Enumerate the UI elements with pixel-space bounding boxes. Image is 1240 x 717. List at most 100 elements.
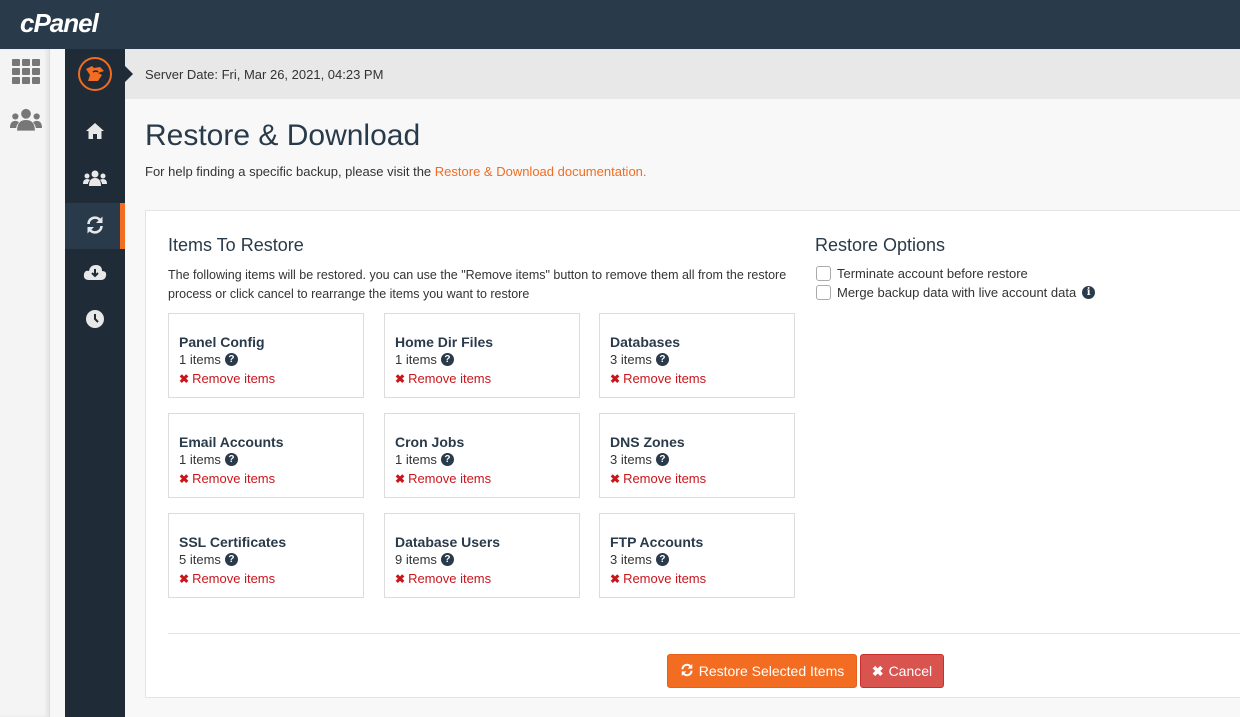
remove-label: Remove items [623, 371, 707, 386]
main-content: Restore & Download For help finding a sp… [125, 99, 1240, 717]
nav-restore[interactable] [65, 203, 125, 249]
card-title: SSL Certificates [179, 534, 287, 550]
card-title: Email Accounts [179, 434, 284, 450]
nav-users[interactable] [65, 156, 125, 202]
restore-item-card: DNS Zones 3 items? ✖ Remove items [599, 413, 795, 498]
card-title: Database Users [395, 534, 501, 550]
restore-item-card: Email Accounts 1 items? ✖ Remove items [168, 413, 364, 498]
documentation-link[interactable]: Restore & Download documentation. [435, 164, 647, 179]
close-icon: ✖ [610, 571, 621, 586]
close-icon: ✖ [871, 662, 884, 679]
merge-checkbox[interactable] [816, 285, 831, 300]
remove-items-link[interactable]: ✖ Remove items [610, 371, 706, 386]
card-title: DNS Zones [610, 434, 685, 450]
question-icon[interactable]: ? [440, 553, 454, 566]
plugin-logo-icon[interactable] [78, 57, 112, 91]
remove-items-link[interactable]: ✖ Remove items [179, 371, 275, 386]
help-text: For help finding a specific backup, plea… [145, 164, 647, 179]
plugin-sidebar [65, 49, 125, 717]
card-count: 1 items? [395, 352, 454, 367]
card-title: Home Dir Files [395, 334, 494, 350]
remove-items-link[interactable]: ✖ Remove items [610, 571, 706, 586]
nav-home[interactable] [65, 109, 125, 155]
terminate-checkbox[interactable] [816, 266, 831, 281]
options-section-title: Restore Options [815, 235, 946, 255]
nav-download[interactable] [65, 250, 125, 296]
card-count: 1 items? [395, 452, 454, 467]
question-icon[interactable]: ? [440, 453, 454, 466]
card-count: 9 items? [395, 552, 454, 567]
items-section-title: Items To Restore [168, 235, 304, 255]
grid-icon[interactable] [10, 56, 42, 88]
remove-label: Remove items [192, 571, 276, 586]
card-title: Databases [610, 334, 681, 350]
restore-item-card: FTP Accounts 3 items? ✖ Remove items [599, 513, 795, 598]
option-label: Merge backup data with live account data [837, 285, 1077, 300]
close-icon: ✖ [179, 371, 190, 386]
remove-label: Remove items [192, 471, 276, 486]
card-title: FTP Accounts [610, 534, 704, 550]
left-rail [0, 49, 50, 717]
date-arrow-icon [125, 66, 133, 82]
restore-item-card: Databases 3 items? ✖ Remove items [599, 313, 795, 398]
question-icon[interactable]: ? [655, 553, 669, 566]
restore-item-card: Cron Jobs 1 items? ✖ Remove items [384, 413, 580, 498]
item-count: 1 items [179, 352, 221, 367]
option-merge: Merge backup data with live account data… [816, 285, 1096, 300]
close-icon: ✖ [395, 571, 406, 586]
question-icon[interactable]: ? [440, 353, 454, 366]
item-count: 3 items [610, 452, 652, 467]
home-icon [85, 122, 105, 143]
close-icon: ✖ [395, 371, 406, 386]
server-date: Server Date: Fri, Mar 26, 2021, 04:23 PM [145, 67, 384, 82]
option-label: Terminate account before restore [837, 266, 1028, 281]
item-count: 1 items [395, 352, 437, 367]
card-count: 3 items? [610, 452, 669, 467]
remove-label: Remove items [623, 571, 707, 586]
card-count: 3 items? [610, 552, 669, 567]
restore-label: Restore Selected Items [698, 663, 845, 679]
question-icon[interactable]: ? [655, 453, 669, 466]
card-count: 3 items? [610, 352, 669, 367]
question-icon[interactable]: ? [224, 353, 238, 366]
restore-item-card: Database Users 9 items? ✖ Remove items [384, 513, 580, 598]
remove-label: Remove items [408, 371, 492, 386]
item-count: 1 items [395, 452, 437, 467]
clock-icon [85, 309, 105, 332]
card-title: Cron Jobs [395, 434, 465, 450]
items-description: The following items will be restored. yo… [168, 268, 787, 301]
close-icon: ✖ [610, 371, 621, 386]
top-bar: cPanel [0, 0, 1240, 49]
question-icon[interactable]: ? [224, 553, 238, 566]
question-icon[interactable]: ? [655, 353, 669, 366]
remove-items-link[interactable]: ✖ Remove items [179, 471, 275, 486]
close-icon: ✖ [179, 571, 190, 586]
remove-items-link[interactable]: ✖ Remove items [610, 471, 706, 486]
remove-items-link[interactable]: ✖ Remove items [395, 571, 491, 586]
cancel-button[interactable]: ✖ Cancel [860, 654, 944, 688]
remove-label: Remove items [623, 471, 707, 486]
remove-items-link[interactable]: ✖ Remove items [395, 371, 491, 386]
remove-items-link[interactable]: ✖ Remove items [395, 471, 491, 486]
info-icon[interactable]: i [1082, 286, 1096, 299]
item-count: 3 items [610, 552, 652, 567]
nav-history[interactable] [65, 297, 125, 343]
question-icon[interactable]: ? [224, 453, 238, 466]
card-count: 1 items? [179, 452, 238, 467]
remove-label: Remove items [408, 471, 492, 486]
gap-strip [51, 49, 65, 717]
sync-icon [680, 663, 694, 680]
item-count: 3 items [610, 352, 652, 367]
restore-selected-button[interactable]: Restore Selected Items [667, 654, 857, 688]
cpanel-logo[interactable]: cPanel [20, 8, 99, 39]
card-title: Panel Config [179, 334, 265, 350]
close-icon: ✖ [179, 471, 190, 486]
option-terminate: Terminate account before restore [816, 266, 1028, 281]
users-icon [83, 170, 107, 189]
remove-label: Remove items [408, 571, 492, 586]
restore-item-card: Home Dir Files 1 items? ✖ Remove items [384, 313, 580, 398]
restore-item-card: SSL Certificates 5 items? ✖ Remove items [168, 513, 364, 598]
cloud-download-icon [83, 263, 107, 284]
remove-items-link[interactable]: ✖ Remove items [179, 571, 275, 586]
users-icon[interactable] [10, 104, 42, 136]
